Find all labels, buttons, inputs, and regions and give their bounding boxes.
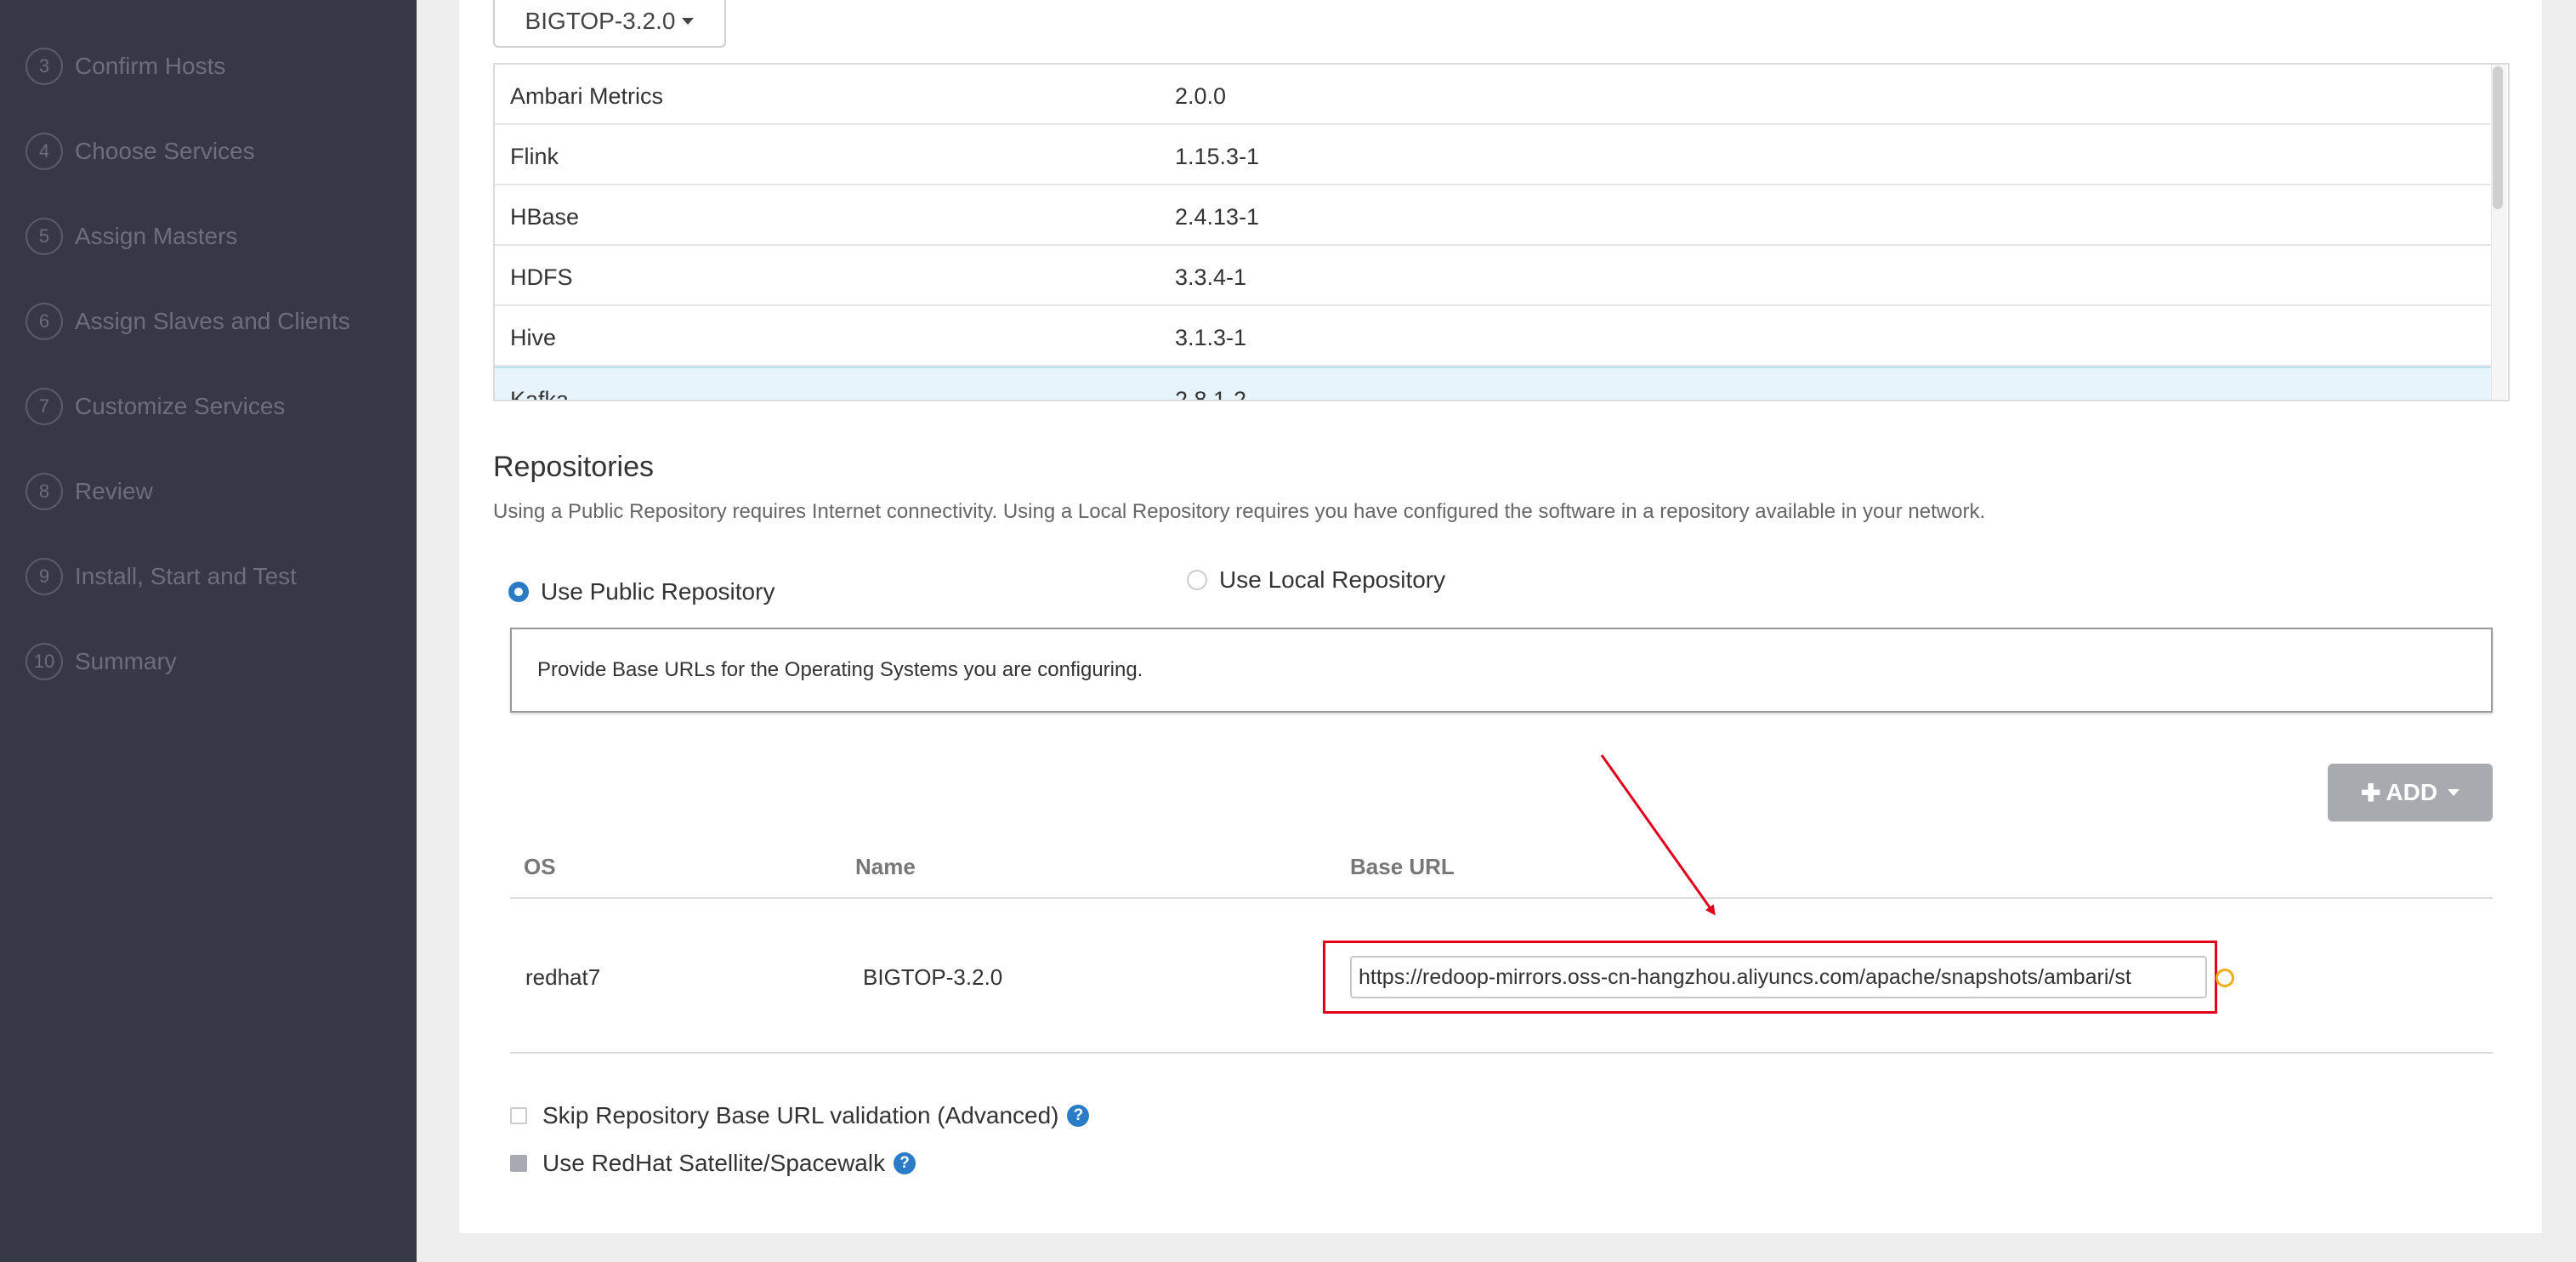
column-header-base-url: Base URL [1350,854,1455,879]
stack-version-dropdown[interactable]: BIGTOP-3.2.0 [493,0,726,48]
service-version: 3.3.4-1 [1175,264,1247,290]
table-row: Flink 1.15.3-1 [495,125,2493,185]
step-confirm-hosts[interactable]: 3 Confirm Hosts [26,41,225,92]
column-header-os: OS [524,854,556,879]
step-assign-slaves[interactable]: 6 Assign Slaves and Clients [26,296,350,347]
table-row: HBase 2.4.13-1 [495,185,2493,246]
step-label: Review [75,478,153,504]
service-name: Hive [510,325,557,350]
service-name: HBase [510,204,580,230]
step-customize-services[interactable]: 7 Customize Services [26,381,285,432]
step-number: 4 [26,133,63,170]
caret-down-icon [2448,789,2460,796]
local-repository-radio[interactable]: Use Local Repository [1187,566,1445,594]
add-button-label: ADD [2386,779,2438,805]
stack-services-table[interactable]: Ambari Metrics 2.0.0 Flink 1.15.3-1 HBas… [493,63,2510,401]
step-review[interactable]: 8 Review [26,466,153,517]
step-label: Assign Masters [75,223,238,249]
radio-unchecked-icon [1187,570,1207,590]
stack-version-label: BIGTOP-3.2.0 [525,8,676,34]
repo-name: BIGTOP-3.2.0 [863,964,1003,990]
service-version: 2.0.0 [1175,83,1227,109]
base-url-input[interactable] [1350,956,2207,998]
service-version: 3.1.3-1 [1175,325,1247,350]
service-name: Flink [510,144,559,169]
column-header-name: Name [855,854,916,879]
wizard-sidebar: 3 Confirm Hosts 4 Choose Services 5 Assi… [0,0,417,1262]
step-number: 3 [26,48,63,85]
base-url-info-box: Provide Base URLs for the Operating Syst… [510,628,2493,713]
step-label: Assign Slaves and Clients [75,308,350,334]
checkbox-icon [510,1155,527,1172]
step-label: Summary [75,648,177,674]
step-number: 10 [26,643,63,680]
satellite-checkbox[interactable]: Use RedHat Satellite/Spacewalk ? [510,1150,916,1177]
repositories-title: Repositories [493,451,654,483]
row-divider [510,1052,2493,1054]
scrollbar-thumb[interactable] [2493,66,2503,209]
service-name: HDFS [510,264,573,290]
step-label: Choose Services [75,138,255,164]
scrollbar[interactable] [2491,65,2506,400]
step-assign-masters[interactable]: 5 Assign Masters [26,211,237,262]
step-label: Customize Services [75,393,286,419]
add-os-button[interactable]: ✚ ADD [2328,764,2493,821]
plus-icon: ✚ [2360,779,2381,806]
step-number: 5 [26,218,63,255]
table-row: Ambari Metrics 2.0.0 [495,65,2493,125]
header-divider [510,897,2493,899]
main-panel: BIGTOP-3.2.0 Ambari Metrics 2.0.0 Flink … [459,0,2542,1233]
loading-spinner-icon [2216,969,2234,987]
step-number: 9 [26,558,63,595]
radio-checked-icon [508,582,529,602]
step-summary[interactable]: 10 Summary [26,636,177,687]
service-name: Ambari Metrics [510,83,664,109]
step-number: 7 [26,388,63,425]
help-icon[interactable]: ? [1067,1105,1090,1127]
table-row: HDFS 3.3.4-1 [495,246,2493,306]
public-repository-radio[interactable]: Use Public Repository [508,578,775,605]
table-row: Kafka 2.8.1-2 [495,367,2493,401]
help-icon[interactable]: ? [894,1152,916,1174]
repo-os: redhat7 [525,964,601,990]
step-choose-services[interactable]: 4 Choose Services [26,126,255,177]
step-install-start-test[interactable]: 9 Install, Start and Test [26,551,297,602]
service-version: 2.8.1-2 [1175,387,1247,401]
public-repository-label: Use Public Repository [541,578,775,605]
step-number: 6 [26,303,63,340]
skip-validation-checkbox[interactable]: Skip Repository Base URL validation (Adv… [510,1102,1090,1129]
skip-validation-label: Skip Repository Base URL validation (Adv… [542,1102,1059,1128]
step-number: 8 [26,473,63,510]
service-version: 2.4.13-1 [1175,204,1260,230]
service-version: 1.15.3-1 [1175,144,1260,169]
caret-down-icon [682,18,695,25]
step-label: Install, Start and Test [75,563,297,589]
checkbox-icon [510,1107,527,1124]
service-name: Kafka [510,387,570,401]
table-row: Hive 3.1.3-1 [495,306,2493,367]
repositories-description: Using a Public Repository requires Inter… [493,500,1986,523]
satellite-label: Use RedHat Satellite/Spacewalk [542,1150,886,1176]
local-repository-label: Use Local Repository [1219,566,1446,593]
step-label: Confirm Hosts [75,53,226,79]
